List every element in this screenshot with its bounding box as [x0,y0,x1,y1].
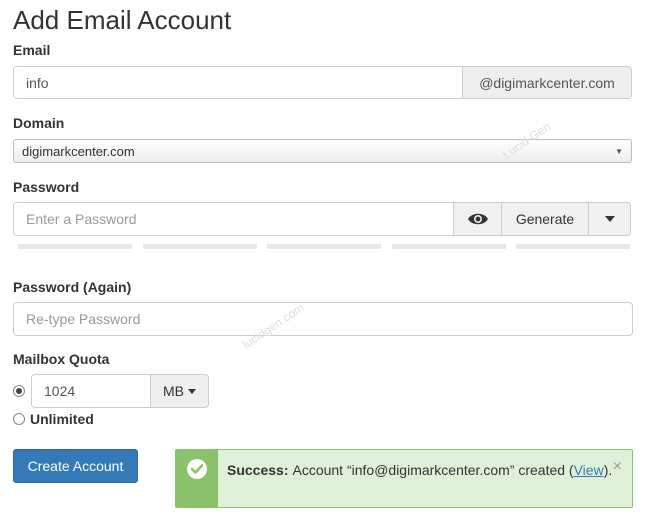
success-alert: Success: Account “info@digimarkcenter.com… [175,449,633,508]
alert-icon-area [176,450,218,507]
email-domain-suffix: @digimarkcenter.com [462,67,631,98]
domain-selected-value: digimarkcenter.com [22,143,135,159]
password-label: Password [13,179,80,195]
password-field[interactable] [14,203,453,235]
eye-icon [467,213,488,225]
password-input-group: Generate [13,202,631,236]
password-strength-meter [18,244,630,249]
alert-text: Account “info@digimarkcenter.com” create… [292,462,574,478]
quota-unlimited-radio[interactable] [13,413,25,425]
mailbox-quota-label: Mailbox Quota [13,351,110,367]
quota-value-field[interactable] [32,375,150,407]
caret-down-icon [604,216,615,222]
create-account-button[interactable]: Create Account [13,449,138,483]
strength-bar [516,244,630,249]
caret-down-icon [188,388,196,394]
select-caret-icon: ▼ [615,146,623,156]
page-title: Add Email Account [13,5,232,35]
strength-bar [391,244,506,249]
alert-title: Success: [227,462,289,478]
email-label: Email [13,42,51,58]
password-again-field[interactable] [13,302,633,336]
domain-label: Domain [13,115,65,131]
strength-bar [267,244,381,249]
alert-text-end: ). [603,462,613,478]
quota-input-group: MB [31,374,209,408]
password-again-label: Password (Again) [13,279,132,295]
generate-password-button[interactable]: Generate [501,203,588,235]
close-icon[interactable]: × [613,458,622,476]
show-password-button[interactable] [453,203,501,235]
strength-bar [18,244,132,249]
check-circle-icon [187,459,207,479]
strength-bar [142,244,257,249]
email-input-group: @digimarkcenter.com [13,66,632,99]
alert-message: Success: Account “info@digimarkcenter.com… [218,450,632,507]
unlimited-label: Unlimited [30,411,94,427]
domain-select[interactable]: digimarkcenter.com ▼ [13,139,632,163]
quota-unit-dropdown[interactable]: MB [150,375,208,407]
quota-custom-radio[interactable] [13,385,25,397]
email-field[interactable] [14,67,462,98]
view-link[interactable]: View [574,462,604,478]
generate-options-button[interactable] [588,203,630,235]
quota-unit-label: MB [163,383,184,399]
